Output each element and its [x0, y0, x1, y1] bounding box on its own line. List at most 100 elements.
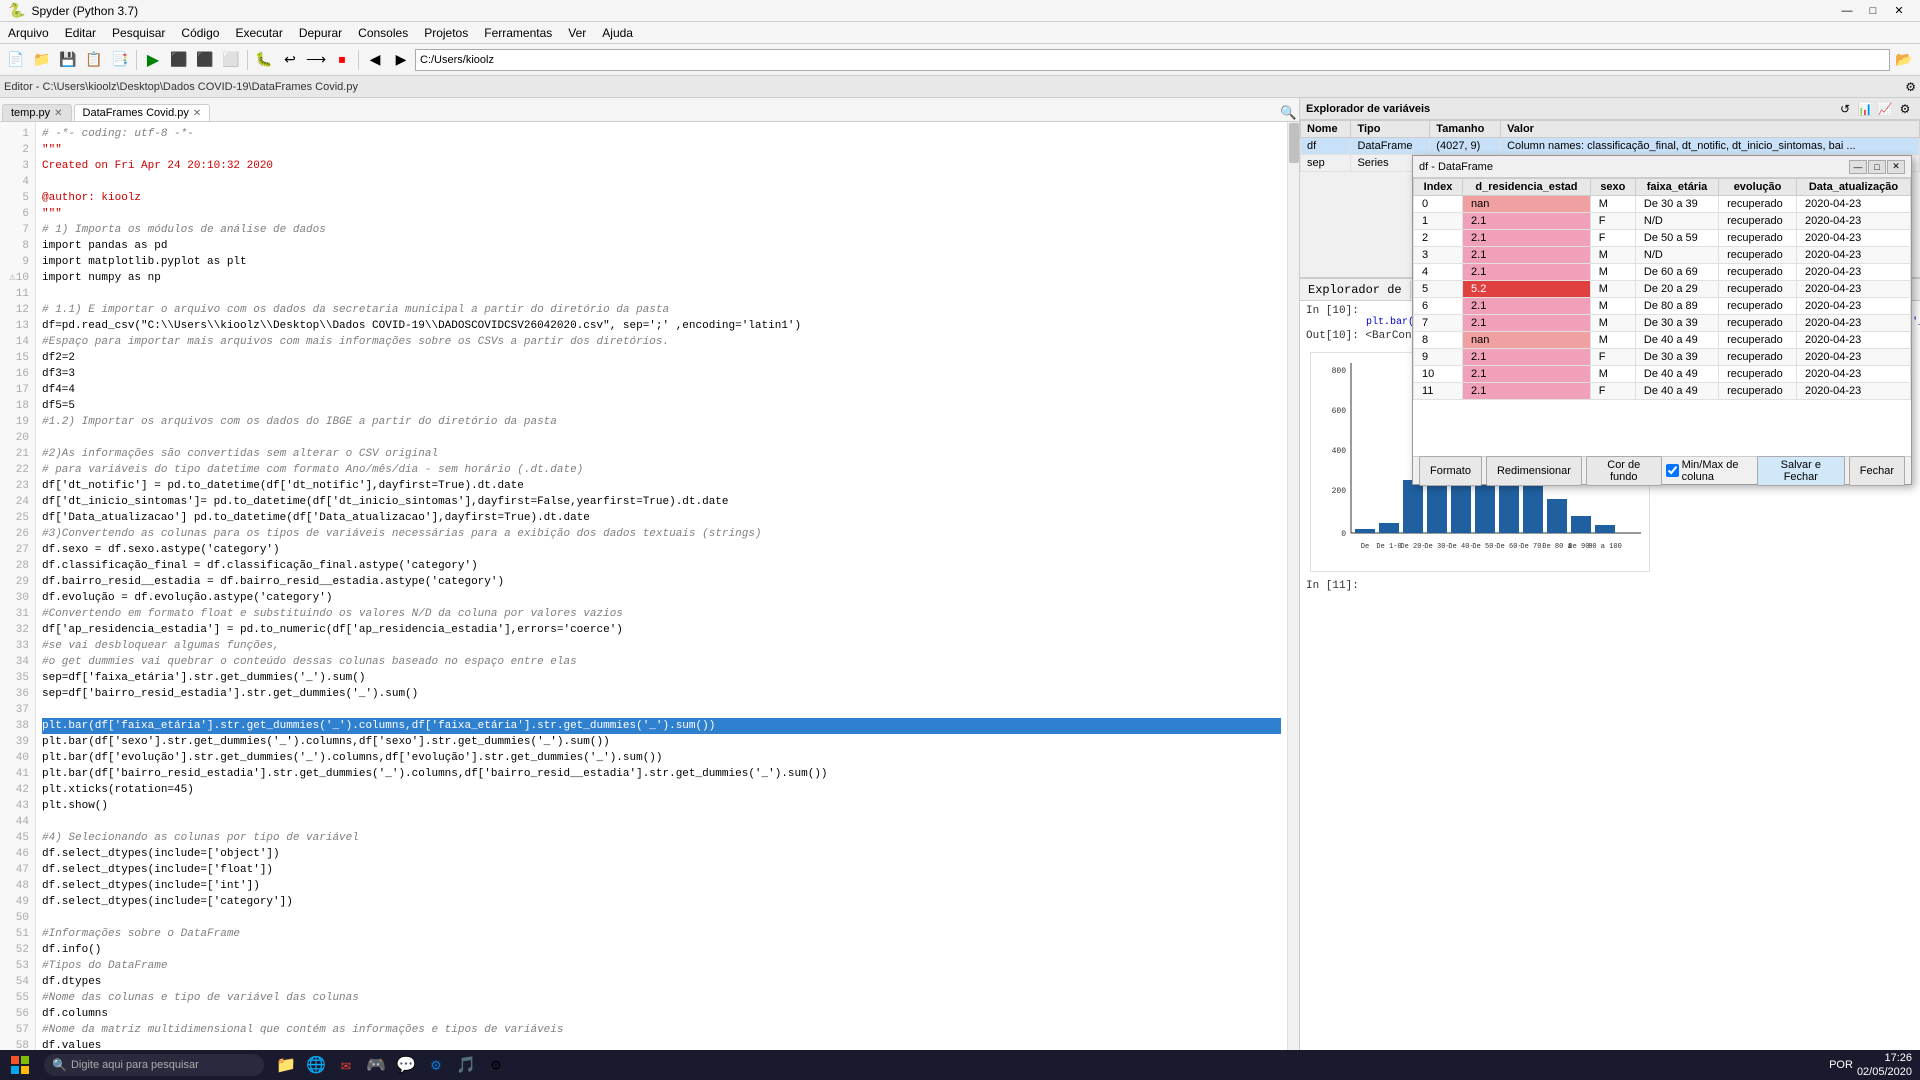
- run-cell-button[interactable]: ⬛: [167, 48, 191, 72]
- menu-pesquisar[interactable]: Pesquisar: [104, 22, 173, 43]
- taskbar-settings[interactable]: ⚙: [422, 1050, 450, 1080]
- line-num-22: 22: [6, 462, 29, 478]
- menu-editar[interactable]: Editar: [57, 22, 104, 43]
- code-line-56: df.columns: [42, 1006, 1281, 1022]
- run-button[interactable]: ▶: [141, 48, 165, 72]
- cor-fundo-button[interactable]: Cor de fundo: [1586, 456, 1662, 486]
- path-input[interactable]: [415, 49, 1890, 71]
- svg-text:De 1-0: De 1-0: [1376, 543, 1401, 551]
- run-selection-button[interactable]: ⬜: [219, 48, 243, 72]
- back-button[interactable]: ◀: [363, 48, 387, 72]
- menu-projetos[interactable]: Projetos: [416, 22, 476, 43]
- close-button[interactable]: ✕: [1886, 0, 1912, 22]
- taskbar-discord[interactable]: 💬: [392, 1050, 420, 1080]
- df-row: 62.1MDe 80 a 89recuperado2020-04-23: [1414, 298, 1911, 315]
- menu-ajuda[interactable]: Ajuda: [594, 22, 641, 43]
- search-in-editor-button[interactable]: 🔍: [1280, 105, 1297, 121]
- svg-text:600: 600: [1332, 407, 1347, 416]
- editor-scrollbar[interactable]: [1287, 122, 1299, 1050]
- close-tab-dataframes[interactable]: ✕: [193, 108, 201, 119]
- close-tab-temp[interactable]: ✕: [54, 108, 62, 119]
- menu-executar[interactable]: Executar: [227, 22, 290, 43]
- taskbar-gmail[interactable]: ✉: [332, 1050, 360, 1080]
- minmax-checkbox[interactable]: Min/Max de coluna: [1666, 456, 1757, 486]
- line-num-29: 29: [6, 574, 29, 590]
- tab-dataframes-covid[interactable]: DataFrames Covid.py ✕: [74, 104, 211, 121]
- var-explorer-btn-3[interactable]: 📈: [1876, 100, 1894, 118]
- title-bar-controls: — □ ✕: [1834, 0, 1912, 22]
- code-line-19: #1.2) Importar os arquivos com os dados …: [42, 414, 1281, 430]
- var-explorer-header: Explorador de variáveis ↺ 📊 📈 ⚙: [1300, 98, 1920, 120]
- col-name: Nome: [1301, 121, 1351, 138]
- line-num-44: 44: [6, 814, 29, 830]
- code-line-43: plt.show(): [42, 798, 1281, 814]
- start-button[interactable]: [0, 1050, 40, 1080]
- code-line-5: @author: kioolz: [42, 190, 1281, 206]
- save-close-button[interactable]: Salvar e Fechar: [1757, 456, 1845, 486]
- df-maximize[interactable]: □: [1868, 160, 1886, 174]
- formato-button[interactable]: Formato: [1419, 456, 1482, 486]
- menu-consoles[interactable]: Consoles: [350, 22, 416, 43]
- menu-ver[interactable]: Ver: [560, 22, 594, 43]
- minimize-button[interactable]: —: [1834, 0, 1860, 22]
- line-num-54: 54: [6, 974, 29, 990]
- taskbar-gear[interactable]: ⚙: [482, 1050, 510, 1080]
- open-button[interactable]: 📁: [30, 48, 54, 72]
- df-content: Indexd_residencia_estadsexofaixa_etáriae…: [1413, 178, 1911, 456]
- taskbar-lang: POR: [1829, 1059, 1853, 1071]
- browse-button[interactable]: 📂: [1892, 48, 1916, 72]
- code-line-2: """: [42, 142, 1281, 158]
- taskbar-chrome[interactable]: 🌐: [302, 1050, 330, 1080]
- tab-explorador[interactable]: Explorador de: [1300, 281, 1411, 299]
- menu-ferramentas[interactable]: Ferramentas: [476, 22, 560, 43]
- taskbar-file-explorer[interactable]: 📁: [272, 1050, 300, 1080]
- continue-button[interactable]: ↩: [278, 48, 302, 72]
- editor-settings-button[interactable]: ⚙: [1905, 80, 1916, 94]
- df-close[interactable]: ✕: [1887, 160, 1905, 174]
- svg-text:400: 400: [1332, 447, 1347, 456]
- line-num-11: 11: [6, 286, 29, 302]
- menu-codigo[interactable]: Código: [173, 22, 227, 43]
- var-explorer-btn-4[interactable]: ⚙: [1896, 100, 1914, 118]
- df-minimize[interactable]: —: [1849, 160, 1867, 174]
- stop-button[interactable]: ⏹: [330, 48, 354, 72]
- close-file-button[interactable]: 📑: [108, 48, 132, 72]
- code-line-55: #Nome das colunas e tipo de variável das…: [42, 990, 1281, 1006]
- code-line-4: [42, 174, 1281, 190]
- line-num-16: 16: [6, 366, 29, 382]
- save-all-button[interactable]: 📋: [82, 48, 106, 72]
- maximize-button[interactable]: □: [1860, 0, 1886, 22]
- code-line-53: #Tipos do DataFrame: [42, 958, 1281, 974]
- new-file-button[interactable]: 📄: [4, 48, 28, 72]
- menu-arquivo[interactable]: Arquivo: [0, 22, 57, 43]
- debug-button[interactable]: 🐛: [252, 48, 276, 72]
- forward-button[interactable]: ▶: [389, 48, 413, 72]
- line-num-14: 14: [6, 334, 29, 350]
- taskbar-spotify[interactable]: 🎵: [452, 1050, 480, 1080]
- tab-temp-py[interactable]: temp.py ✕: [2, 104, 72, 121]
- code-line-9: import matplotlib.pyplot as plt: [42, 254, 1281, 270]
- df-row: 22.1FDe 50 a 59recuperado2020-04-23: [1414, 230, 1911, 247]
- var-explorer-btn-2[interactable]: 📊: [1856, 100, 1874, 118]
- code-line-22: # para variáveis do tipo datetime com fo…: [42, 462, 1281, 478]
- code-line-37: [42, 702, 1281, 718]
- df-header: d_residencia_estad: [1463, 179, 1591, 196]
- save-button[interactable]: 💾: [56, 48, 80, 72]
- redimensionar-button[interactable]: Redimensionar: [1486, 456, 1582, 486]
- dataframe-window: df - DataFrame — □ ✕ Indexd_residencia_e…: [1412, 155, 1912, 485]
- step-button[interactable]: ⟶: [304, 48, 328, 72]
- menu-depurar[interactable]: Depurar: [291, 22, 350, 43]
- var-explorer-btn-1[interactable]: ↺: [1836, 100, 1854, 118]
- df-row: 12.1FN/Drecuperado2020-04-23: [1414, 213, 1911, 230]
- line-num-33: 33: [6, 638, 29, 654]
- line-num-1: 1: [6, 126, 29, 142]
- search-icon: 🔍: [52, 1058, 67, 1073]
- df-close-button[interactable]: Fechar: [1849, 456, 1905, 486]
- taskbar-search[interactable]: 🔍 Digite aqui para pesquisar: [44, 1054, 264, 1076]
- run-cell-advance-button[interactable]: ⬛: [193, 48, 217, 72]
- taskbar-steam[interactable]: 🎮: [362, 1050, 390, 1080]
- toolbar-sep-2: [247, 50, 248, 70]
- code-line-7: # 1) Importa os módulos de análise de da…: [42, 222, 1281, 238]
- code-content[interactable]: # -*- coding: utf-8 -*-"""Created on Fri…: [36, 122, 1287, 1050]
- df-row: 32.1MN/Drecuperado2020-04-23: [1414, 247, 1911, 264]
